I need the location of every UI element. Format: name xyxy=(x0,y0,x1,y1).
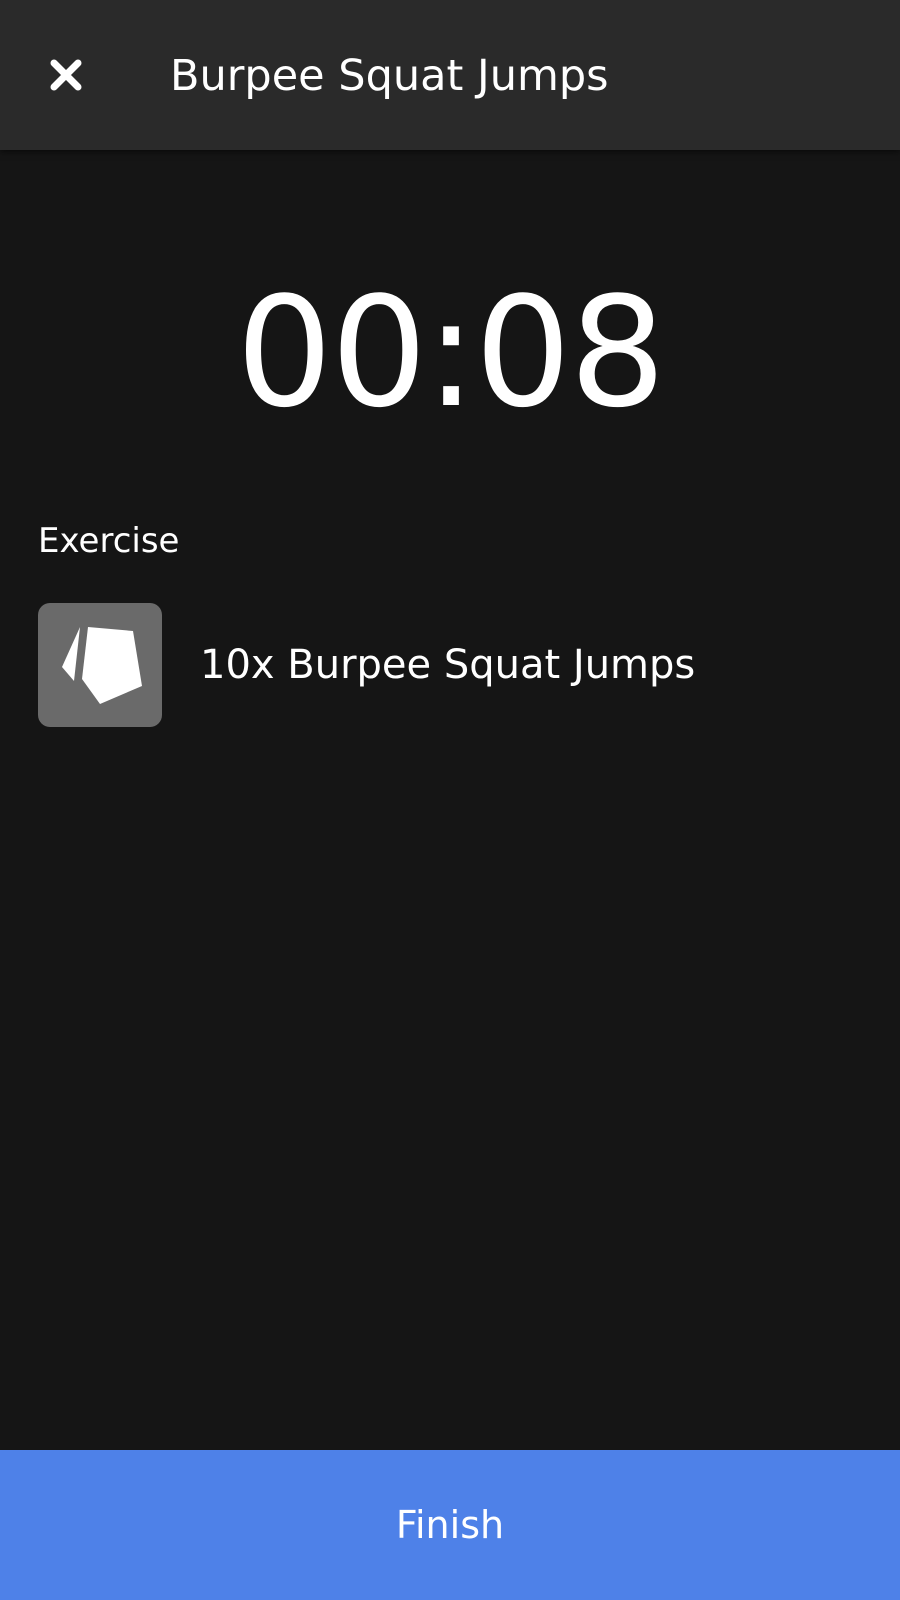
finish-button[interactable]: Finish xyxy=(0,1450,900,1600)
timer-display: 00:08 xyxy=(235,264,666,441)
exercise-thumbnail xyxy=(38,603,162,727)
exercise-name: 10x Burpee Squat Jumps xyxy=(200,642,696,688)
exercise-logo-icon xyxy=(62,627,142,704)
workout-screen: Burpee Squat Jumps 00:08 Exercise 10x Bu… xyxy=(0,0,900,1600)
close-icon xyxy=(50,59,82,91)
finish-button-label: Finish xyxy=(395,1503,505,1547)
exercise-section-label: Exercise xyxy=(38,521,180,561)
close-button[interactable] xyxy=(36,45,96,105)
exercise-list-item[interactable]: 10x Burpee Squat Jumps xyxy=(38,603,862,727)
page-title: Burpee Squat Jumps xyxy=(170,51,609,101)
top-bar: Burpee Squat Jumps xyxy=(0,0,900,150)
